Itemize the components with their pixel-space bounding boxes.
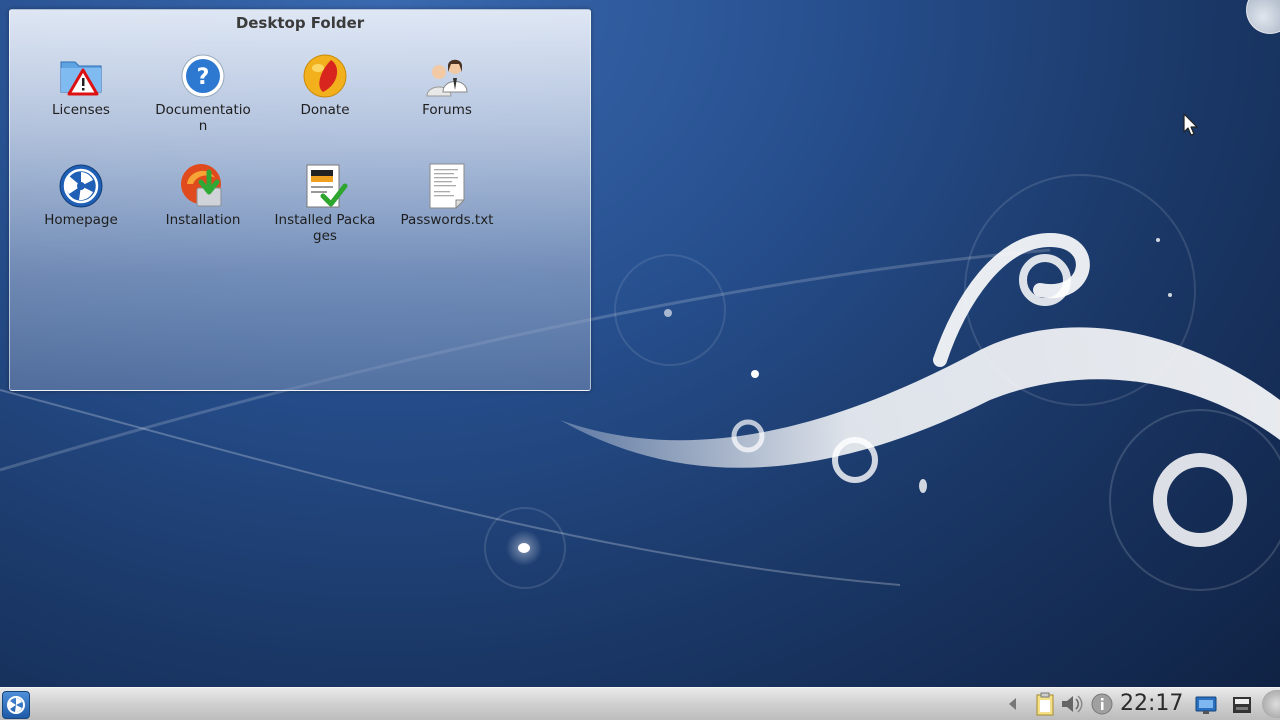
- desktop-icon-homepage[interactable]: Homepage: [26, 162, 136, 228]
- homepage-icon: [59, 164, 103, 208]
- desktop-icon-licenses[interactable]: Licenses: [26, 52, 136, 118]
- network-icon[interactable]: [1193, 690, 1219, 718]
- desktop-icon-installed-packages[interactable]: Installed Packages: [270, 162, 380, 244]
- desktop-icon-documentation[interactable]: ? Documentatio n: [148, 52, 258, 134]
- panel-toolbox-button[interactable]: [1262, 690, 1280, 718]
- icon-label: Passwords.txt: [400, 212, 494, 228]
- icon-label: Installed Packages: [274, 212, 376, 244]
- info-icon[interactable]: [1090, 690, 1114, 718]
- text-file-icon: [429, 163, 466, 210]
- donate-icon: [303, 54, 347, 98]
- packages-icon: [306, 164, 348, 208]
- desktop-icon-installation[interactable]: Installation: [148, 162, 258, 228]
- taskbar-panel[interactable]: 22:17: [0, 687, 1280, 720]
- icon-label: Homepage: [44, 212, 118, 228]
- help-icon: ?: [181, 54, 225, 98]
- icon-grid: Licenses ? Documentatio n Donate Forums …: [10, 10, 590, 390]
- desktop-icon-donate[interactable]: Donate: [270, 52, 380, 118]
- icon-label: Licenses: [52, 102, 110, 118]
- hide-arrow-icon[interactable]: [1004, 690, 1020, 718]
- users-icon: [426, 59, 468, 97]
- clipboard-icon[interactable]: [1032, 690, 1058, 718]
- mouse-cursor-icon: [1183, 113, 1198, 136]
- digital-clock[interactable]: 22:17: [1120, 691, 1183, 716]
- kickoff-icon: [7, 696, 25, 714]
- icon-label: Documentatio n: [155, 102, 251, 134]
- icon-label: Donate: [300, 102, 350, 118]
- icon-label: Installation: [165, 212, 241, 228]
- desktop[interactable]: Desktop Folder Licenses ? Documentatio n…: [0, 0, 1280, 720]
- volume-icon[interactable]: [1058, 690, 1084, 718]
- desktop-folder-widget[interactable]: Desktop Folder Licenses ? Documentatio n…: [9, 9, 591, 391]
- desktop-icon-passwords-txt[interactable]: Passwords.txt: [392, 162, 502, 228]
- folder-warning-icon: [60, 61, 102, 96]
- icon-label: Forums: [422, 102, 472, 118]
- device-notifier-icon[interactable]: [1230, 690, 1254, 718]
- install-icon: [181, 164, 222, 207]
- svg-text:?: ?: [197, 65, 210, 90]
- application-launcher-button[interactable]: [2, 691, 30, 719]
- desktop-icon-forums[interactable]: Forums: [392, 52, 502, 118]
